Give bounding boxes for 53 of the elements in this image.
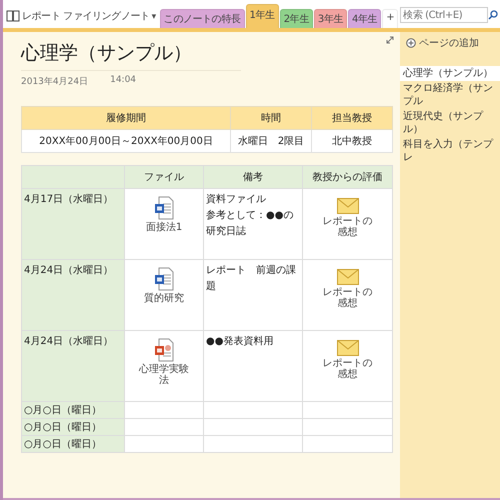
notebook-title[interactable]: レポート ファイリングノート	[22, 9, 150, 23]
table-header: 教授からの評価	[302, 166, 392, 188]
notebook-icon[interactable]	[6, 10, 20, 22]
page-item[interactable]: 科目を入力（テンプレ	[400, 137, 500, 165]
envelope-icon[interactable]	[336, 340, 358, 356]
table-header: 担当教授	[312, 106, 392, 130]
section-tab[interactable]: +	[382, 9, 398, 28]
document-icon[interactable]	[154, 267, 174, 291]
envelope-icon[interactable]	[336, 269, 358, 285]
date-cell: 4月24日（水曜日）	[22, 260, 124, 330]
document-icon[interactable]	[154, 196, 174, 220]
page-item[interactable]: 近現代史（サンプル）	[400, 109, 500, 137]
table-cell: 北中教授	[312, 130, 392, 152]
table-cell: 20XX年00月00日～20XX年00月00日	[22, 130, 230, 152]
date-cell: 4月17日（水曜日）	[22, 188, 124, 260]
caret-icon[interactable]: ▾	[152, 12, 156, 22]
add-page-button[interactable]: ページの追加	[402, 34, 498, 52]
page-time: 14:04	[110, 75, 136, 87]
table-header: 履修期間	[22, 106, 230, 130]
section-tab[interactable]: 4年生	[348, 9, 382, 28]
section-tab[interactable]: このノートの特長	[160, 9, 245, 28]
add-page-label: ページの追加	[419, 36, 479, 50]
note-text: 資料ファイル	[206, 192, 267, 207]
file-name[interactable]: 心理学実験法	[127, 364, 201, 386]
note-text: ●●発表資料用	[206, 334, 274, 349]
table-header: 時間	[230, 106, 312, 130]
envelope-icon[interactable]	[336, 198, 358, 214]
presentation-icon[interactable]	[154, 338, 174, 362]
search-icon[interactable]	[488, 10, 498, 20]
section-tab[interactable]: 1年生	[246, 4, 279, 28]
table-header: ファイル	[124, 166, 204, 188]
date-cell: ○月○日（曜日）	[22, 402, 124, 418]
note-text: 参考として：●●の研究日誌	[206, 208, 294, 239]
page-date: 2013年4月24日	[21, 76, 88, 88]
table-header: 備考	[204, 166, 302, 188]
page-item[interactable]: 心理学（サンプル）	[400, 66, 500, 81]
evaluation-text: レポートの感想	[322, 358, 374, 380]
page-title: 心理学（サンプル）	[21, 40, 241, 71]
evaluation-text: レポートの感想	[322, 216, 374, 238]
table-cell: 水曜日 2限目	[230, 130, 312, 152]
expand-icon[interactable]	[386, 36, 394, 44]
note-text: レポート 前週の課題	[206, 264, 297, 294]
date-cell: ○月○日（曜日）	[22, 418, 124, 436]
page-item[interactable]: マクロ経済学（サンプル	[400, 81, 500, 109]
evaluation-text: レポートの感想	[322, 287, 374, 309]
date-cell: 4月24日（水曜日）	[22, 330, 124, 402]
file-name[interactable]: 面接法1	[127, 222, 201, 233]
search-field[interactable]: 検索 (Ctrl+E)	[400, 7, 488, 23]
section-tab[interactable]: 2年生	[280, 9, 313, 28]
section-tab[interactable]: 3年生	[314, 9, 348, 28]
file-name[interactable]: 質的研究	[127, 293, 201, 304]
date-cell: ○月○日（曜日）	[22, 436, 124, 452]
plus-icon	[406, 38, 416, 48]
